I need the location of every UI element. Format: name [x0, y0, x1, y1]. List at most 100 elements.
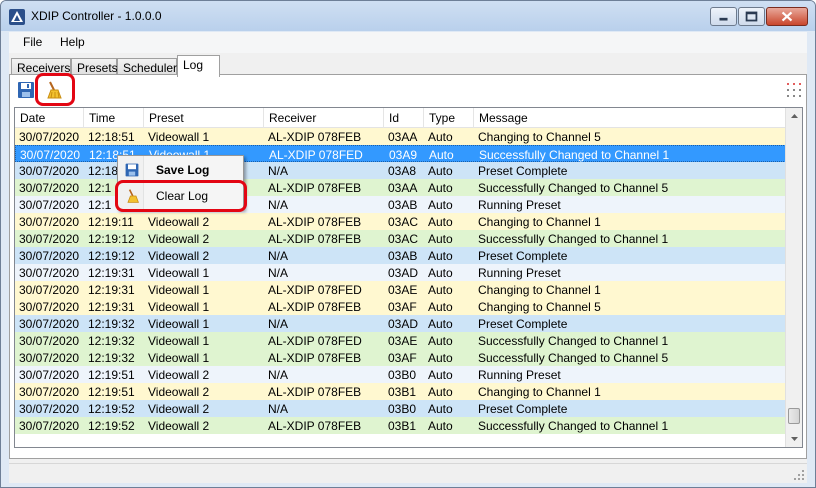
cell-type: Auto [428, 385, 453, 399]
cell-preset: Videowall 1 [148, 334, 210, 348]
cell-receiver: AL-XDIP 078FEB [268, 385, 362, 399]
cell-type: Auto [428, 300, 453, 314]
cell-preset: Videowall 1 [148, 130, 210, 144]
cell-preset: Videowall 1 [148, 283, 210, 297]
cell-time: 12:19:31 [88, 266, 135, 280]
cell-receiver: AL-XDIP 078FED [269, 148, 363, 162]
cell-preset: Videowall 1 [148, 300, 210, 314]
cell-date: 30/07/2020 [19, 385, 80, 399]
cell-type: Auto [428, 232, 453, 246]
cell-type: Auto [428, 130, 453, 144]
cell-receiver: N/A [268, 266, 289, 280]
scroll-down-button[interactable] [786, 430, 802, 447]
cell-preset: Videowall 2 [148, 402, 210, 416]
col-message[interactable]: Message [474, 108, 786, 128]
cell-date: 30/07/2020 [19, 198, 80, 212]
toolbar [10, 73, 806, 106]
cell-type: Auto [428, 198, 453, 212]
col-type[interactable]: Type [424, 108, 474, 128]
cell-id: 03AF [388, 351, 417, 365]
table-row[interactable]: 30/07/2020 12:19:11 Videowall 2 AL-XDIP 078… [15, 213, 786, 230]
table-row[interactable]: 30/07/2020 12:19:51 Videowall 2 AL-XDIP 078… [15, 383, 786, 400]
cell-time: 12:19:11 [88, 215, 134, 229]
cell-date: 30/07/2020 [19, 215, 80, 229]
cell-receiver: AL-XDIP 078FED [268, 334, 362, 348]
cell-date: 30/07/2020 [19, 266, 80, 280]
cell-date: 30/07/2020 [19, 368, 80, 382]
cell-date: 30/07/2020 [19, 334, 80, 348]
cell-receiver: AL-XDIP 078FEB [268, 351, 362, 365]
table-row[interactable]: 30/07/2020 12:19:32 Videowall 1 N/A 03AD Auto… [15, 315, 786, 332]
table-row[interactable]: 30/07/2020 12:19:12 Videowall 2 AL-XDIP 078… [15, 230, 786, 247]
col-receiver[interactable]: Receiver [264, 108, 384, 128]
cell-type: Auto [428, 266, 453, 280]
col-id[interactable]: Id [384, 108, 424, 128]
cell-message: Successfully Changed to Channel 1 [479, 148, 670, 162]
cell-message: Successfully Changed to Channel 1 [478, 419, 669, 433]
cell-receiver: AL-XDIP 078FEB [268, 300, 362, 314]
cell-date: 30/07/2020 [19, 300, 80, 314]
scroll-thumb[interactable] [788, 408, 800, 424]
cell-message: Successfully Changed to Channel 5 [478, 181, 669, 195]
cell-date: 30/07/2020 [20, 148, 81, 162]
cell-id: 03A9 [389, 148, 418, 162]
table-row[interactable]: 30/07/2020 12:19:52 Videowall 2 N/A 03B0 Auto… [15, 400, 786, 417]
cell-message: Successfully Changed to Channel 1 [478, 232, 669, 246]
save-icon [18, 82, 34, 98]
cell-message: Successfully Changed to Channel 1 [478, 334, 669, 348]
table-row[interactable]: 30/07/2020 12:19:32 Videowall 1 AL-XDIP 078… [15, 349, 786, 366]
cell-message: Successfully Changed to Channel 5 [478, 351, 669, 365]
grid-dots-icon[interactable] [786, 82, 802, 98]
maximize-icon [745, 11, 758, 22]
minimize-icon [719, 17, 728, 21]
menu-help[interactable]: Help [60, 35, 85, 49]
tab-log[interactable]: Log [177, 55, 220, 77]
table-row[interactable]: 30/07/2020 12:19:31 Videowall 1 AL-XDIP 078… [15, 298, 786, 315]
maximize-button[interactable] [738, 7, 765, 26]
broom-icon [47, 81, 62, 99]
cell-date: 30/07/2020 [19, 351, 80, 365]
col-date[interactable]: Date [15, 108, 84, 128]
table-row[interactable]: 30/07/2020 12:18:51 Videowall 1 AL-XDIP 078… [15, 128, 786, 145]
cell-id: 03B1 [388, 385, 417, 399]
table-row[interactable]: 30/07/2020 12:19:32 Videowall 1 AL-XDIP 078… [15, 332, 786, 349]
cell-receiver: AL-XDIP 078FEB [268, 130, 362, 144]
menu-file[interactable]: File [23, 35, 42, 49]
cell-date: 30/07/2020 [19, 181, 80, 195]
col-preset[interactable]: Preset [144, 108, 264, 128]
scroll-up-button[interactable] [786, 108, 802, 125]
table-row[interactable]: 30/07/2020 12:19:52 Videowall 2 AL-XDIP 078… [15, 417, 786, 434]
col-time[interactable]: Time [84, 108, 144, 128]
cell-time: 12:19:51 [88, 368, 135, 382]
title-bar[interactable]: XDIP Controller - 1.0.0.0 [1, 1, 815, 31]
cell-date: 30/07/2020 [19, 283, 80, 297]
cell-preset: Videowall 1 [148, 351, 210, 365]
table-row[interactable]: 30/07/2020 12:19:12 Videowall 2 N/A 03AB Auto… [15, 247, 786, 264]
cell-time: 12:19:31 [88, 300, 135, 314]
save-log-button[interactable] [16, 80, 36, 100]
cell-preset: Videowall 2 [148, 385, 210, 399]
resize-grip-icon[interactable] [793, 469, 805, 481]
client-area: Receivers Presets Scheduler Log Date Tim… [9, 53, 807, 463]
cell-date: 30/07/2020 [19, 317, 80, 331]
table-row[interactable]: 30/07/2020 12:19:31 Videowall 1 N/A 03AD Auto… [15, 264, 786, 281]
table-row[interactable]: 30/07/2020 12:19:51 Videowall 2 N/A 03B0 Auto… [15, 366, 786, 383]
cell-time: 12:1 [88, 181, 112, 195]
clear-log-button[interactable] [43, 80, 63, 100]
minimize-button[interactable] [710, 7, 737, 26]
vertical-scrollbar[interactable] [785, 108, 802, 447]
cell-preset: Videowall 1 [148, 266, 210, 280]
close-button[interactable] [766, 7, 808, 26]
cell-type: Auto [428, 402, 453, 416]
context-item-clear-log[interactable]: Clear Log [120, 185, 241, 207]
grid-header: Date Time Preset Receiver Id Type Messag… [15, 108, 786, 128]
cell-date: 30/07/2020 [19, 130, 80, 144]
cell-id: 03AB [388, 198, 418, 212]
cell-type: Auto [428, 181, 453, 195]
cell-time: 12:1 [88, 198, 112, 212]
cell-date: 30/07/2020 [19, 164, 80, 178]
cell-id: 03AF [388, 300, 417, 314]
cell-type: Auto [428, 317, 453, 331]
table-row[interactable]: 30/07/2020 12:19:31 Videowall 1 AL-XDIP 078… [15, 281, 786, 298]
context-item-save-log[interactable]: Save Log [120, 159, 241, 181]
